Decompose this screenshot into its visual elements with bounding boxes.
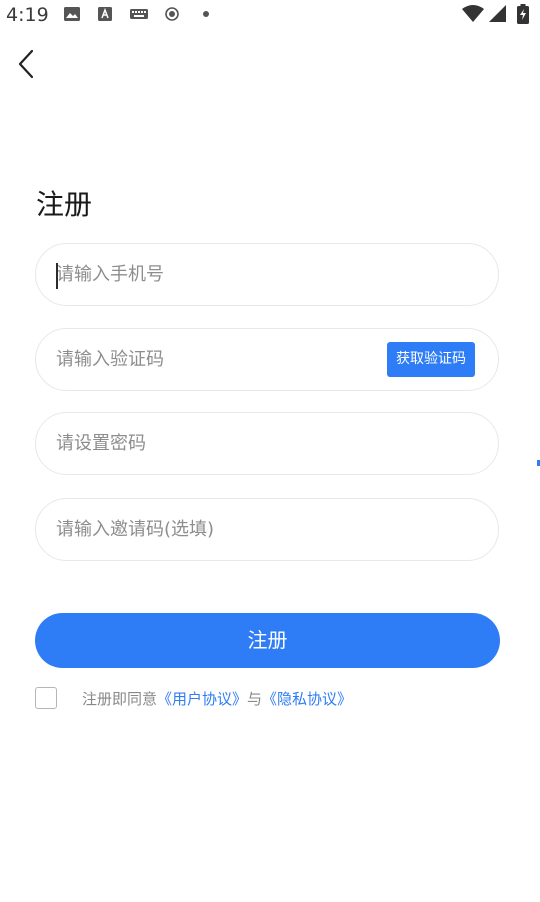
privacy-policy-link[interactable]: 《隐私协议》 bbox=[262, 690, 352, 708]
invite-code-field[interactable] bbox=[35, 498, 499, 561]
keyboard-icon bbox=[130, 9, 148, 19]
agree-checkbox[interactable] bbox=[35, 687, 57, 709]
invite-code-input[interactable] bbox=[56, 499, 386, 560]
password-field[interactable] bbox=[35, 412, 499, 475]
dot-icon bbox=[203, 11, 209, 17]
status-time: 4:19 bbox=[6, 4, 49, 26]
password-input[interactable] bbox=[56, 413, 386, 474]
battery-icon bbox=[517, 4, 529, 24]
signal-icon bbox=[489, 5, 506, 22]
agreement-and: 与 bbox=[247, 690, 263, 708]
record-icon bbox=[165, 7, 179, 21]
user-agreement-link[interactable]: 《用户协议》 bbox=[157, 690, 247, 708]
register-button[interactable]: 注册 bbox=[35, 613, 500, 668]
image-icon bbox=[64, 7, 80, 21]
page-title: 注册 bbox=[36, 188, 93, 221]
phone-field[interactable] bbox=[35, 243, 499, 306]
phone-input[interactable] bbox=[56, 244, 386, 305]
code-field[interactable]: 获取验证码 bbox=[35, 328, 499, 391]
get-code-button[interactable]: 获取验证码 bbox=[387, 342, 475, 377]
wifi-icon bbox=[462, 5, 484, 22]
a-icon bbox=[98, 7, 112, 21]
status-bar: 4:19 bbox=[0, 0, 540, 30]
agreement-text: 注册即同意《用户协议》与《隐私协议》 bbox=[82, 688, 352, 709]
back-button[interactable] bbox=[12, 46, 42, 82]
code-input[interactable] bbox=[56, 329, 386, 390]
agreement-prefix: 注册即同意 bbox=[82, 690, 158, 708]
chevron-left-icon bbox=[18, 49, 34, 79]
text-caret bbox=[56, 263, 58, 289]
